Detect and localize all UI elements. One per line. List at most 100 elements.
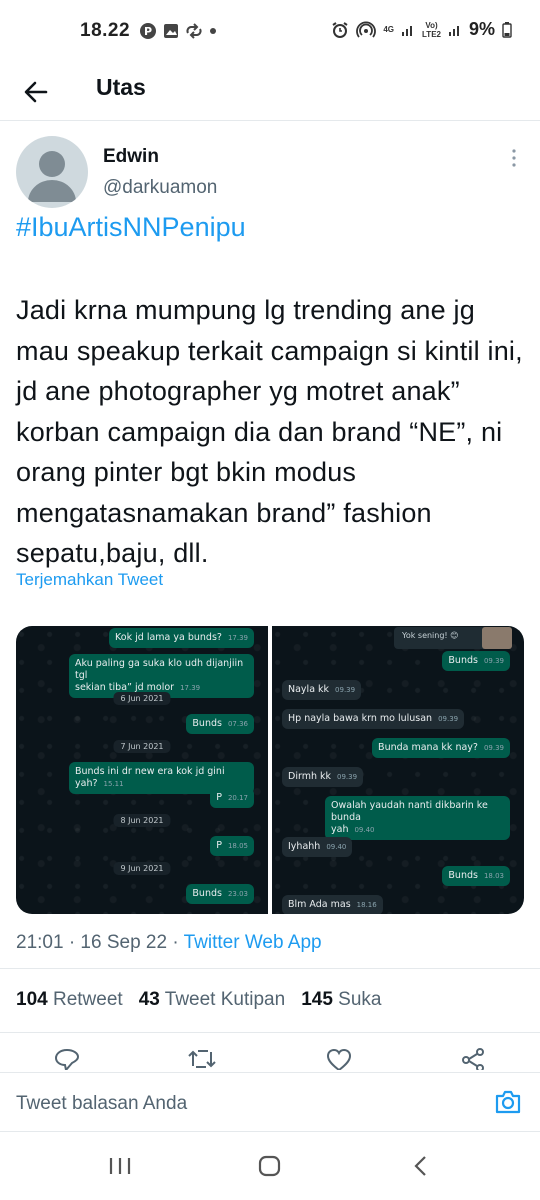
author-name[interactable]: Edwin	[103, 146, 159, 168]
chat-message-text: Bunda mana kk nay?	[378, 742, 478, 753]
share-icon	[462, 1048, 484, 1072]
default-avatar-icon	[28, 151, 76, 202]
hashtag-link[interactable]: #IbuArtisNNPenipu	[16, 212, 246, 243]
page-title: Utas	[96, 74, 146, 100]
chat-message-time: 15.11	[103, 780, 124, 788]
chat-message-sent: Owalah yaudah nanti dikbarin ke bunda ya…	[325, 796, 510, 840]
dot-icon	[210, 28, 216, 34]
reply-input[interactable]: Tweet balasan Anda	[16, 1093, 187, 1115]
home-icon	[258, 1155, 281, 1177]
chat-message-sent: Bunds 07.36	[186, 714, 254, 734]
chat-message-sent: Kok jd lama ya bunds? 17.39	[109, 628, 254, 648]
reply-button[interactable]	[54, 1048, 80, 1073]
chat-date-chip: 7 Jun 2021	[113, 740, 171, 753]
home-button[interactable]	[256, 1154, 284, 1178]
data-saver-icon: P	[140, 23, 156, 39]
chat-message-text: Nayla kk	[288, 684, 330, 695]
reply-composer: Tweet balasan Anda	[0, 1072, 540, 1132]
chat-message-time: 20.17	[227, 794, 248, 802]
chat-message-sent: Bunda mana kk nay? 09.39	[372, 738, 510, 758]
chat-message-text: Bunds	[448, 655, 478, 666]
author-handle[interactable]: @darkuamon	[103, 177, 217, 199]
retweet-icon	[188, 1050, 216, 1068]
chat-screenshot-left[interactable]: Kok jd lama ya bunds? 17.39 Aku paling ga …	[16, 626, 268, 914]
tweet-stats: 104 Retweet 43 Tweet Kutipan 145 Suka	[16, 989, 381, 1011]
chat-message-received: Dirmh kk 09.39	[282, 767, 364, 787]
chat-message-received: Iyhahh 09.40	[282, 837, 353, 857]
back-icon	[414, 1156, 426, 1176]
more-vertical-icon	[512, 149, 516, 167]
tweet-meta: 21:01 · 16 Sep 22 · Twitter Web App	[16, 932, 322, 954]
chat-date-chip: 8 Jun 2021	[113, 814, 171, 827]
status-time: 18.22	[80, 20, 131, 41]
thread-header: Utas	[0, 62, 540, 120]
chat-message-time: 18.03	[483, 872, 504, 880]
chat-message-text: Bunds ini dr new era kok jd gini yah?	[75, 766, 225, 789]
back-nav-button[interactable]	[408, 1154, 436, 1178]
chat-message-received: Hp nayla bawa krn mo lulusan 09.39	[282, 709, 465, 729]
retweet-button[interactable]	[188, 1048, 216, 1070]
chat-message-time: 17.39	[227, 634, 248, 642]
signal-icon	[448, 25, 459, 36]
chat-message-received: Nayla kk 09.39	[282, 680, 362, 700]
share-button[interactable]	[460, 1048, 486, 1072]
chat-message-sent: P 20.17	[210, 788, 254, 808]
chat-message-time: 07.36	[227, 720, 248, 728]
chat-message-sent: Bunds 09.39	[442, 651, 510, 671]
translate-tweet-link[interactable]: Terjemahkan Tweet	[16, 570, 163, 590]
meta-divider	[0, 968, 540, 969]
header-divider	[0, 120, 540, 121]
chat-message-time: 09.39	[483, 744, 504, 752]
camera-button[interactable]	[494, 1089, 522, 1115]
chat-message-text: Bunds	[448, 870, 478, 881]
chat-screenshot-right[interactable]: Yok sening! 😊 Bunds 09.39 Nayla kk 09.39 Hp …	[272, 626, 524, 914]
like-count[interactable]: 145 Suka	[301, 989, 381, 1011]
tweet-media[interactable]: Kok jd lama ya bunds? 17.39 Aku paling ga …	[16, 626, 524, 914]
quoted-message-text: Yok sening! 😊	[402, 631, 459, 640]
chat-message-time: 09.40	[326, 843, 347, 851]
reply-icon	[54, 1048, 80, 1073]
alarm-icon	[332, 21, 348, 38]
tweet-timestamp: 21:01 · 16 Sep 22 ·	[16, 932, 184, 953]
heart-icon	[326, 1048, 352, 1072]
volte-label: Vo) LTE2	[422, 20, 441, 39]
chat-message-text: Hp nayla bawa krn mo lulusan	[288, 713, 433, 724]
chat-message-sent: Bunds 23.03	[186, 884, 254, 904]
recents-icon	[109, 1158, 131, 1174]
chat-date-chip: 9 Jun 2021	[113, 862, 171, 875]
chat-message-text: Blm Ada mas	[288, 899, 351, 910]
battery-icon	[502, 21, 512, 38]
system-icons: 4G Vo) LTE2 9%	[331, 19, 512, 40]
chat-message-sent: Bunds 18.03	[442, 866, 510, 886]
chat-message-text: Dirmh kk	[288, 771, 331, 782]
chat-date-chip: 6 Jun 2021	[113, 692, 171, 705]
avatar[interactable]	[16, 136, 88, 208]
camera-icon	[495, 1090, 521, 1114]
chat-message-text: P	[216, 792, 222, 803]
retweet-count[interactable]: 104 Retweet	[16, 989, 123, 1011]
back-button[interactable]	[18, 74, 54, 110]
source-app-link[interactable]: Twitter Web App	[184, 932, 322, 953]
signal-icon	[402, 25, 413, 36]
status-bar: 18.22 P 4G Vo) LTE2 9%	[0, 0, 540, 62]
like-button[interactable]	[326, 1048, 352, 1072]
recents-button[interactable]	[106, 1154, 134, 1178]
notification-icons: P	[139, 22, 217, 40]
chat-message-time: 09.39	[337, 773, 358, 781]
chat-message-received: Blm Ada mas 18.16	[282, 895, 383, 914]
chat-message-text: Kok jd lama ya bunds?	[115, 632, 222, 643]
quoted-thumbnail	[482, 627, 512, 649]
chat-message-time: 09.39	[335, 686, 356, 694]
chat-message-time: 18.05	[227, 842, 248, 850]
svg-text:P: P	[144, 25, 152, 38]
chat-message-text: Bunds	[192, 888, 222, 899]
chat-message-text: Bunds	[192, 718, 222, 729]
chat-message-time: 09.39	[483, 657, 504, 665]
chat-message-time: 09.39	[438, 715, 459, 723]
more-options-button[interactable]	[508, 148, 520, 168]
stats-divider	[0, 1032, 540, 1033]
tweet-actions	[0, 1048, 540, 1073]
sync-icon	[186, 23, 202, 39]
tweet-body: Jadi krna mumpung lg trending ane jg mau…	[16, 295, 523, 568]
quote-count[interactable]: 43 Tweet Kutipan	[139, 989, 286, 1011]
